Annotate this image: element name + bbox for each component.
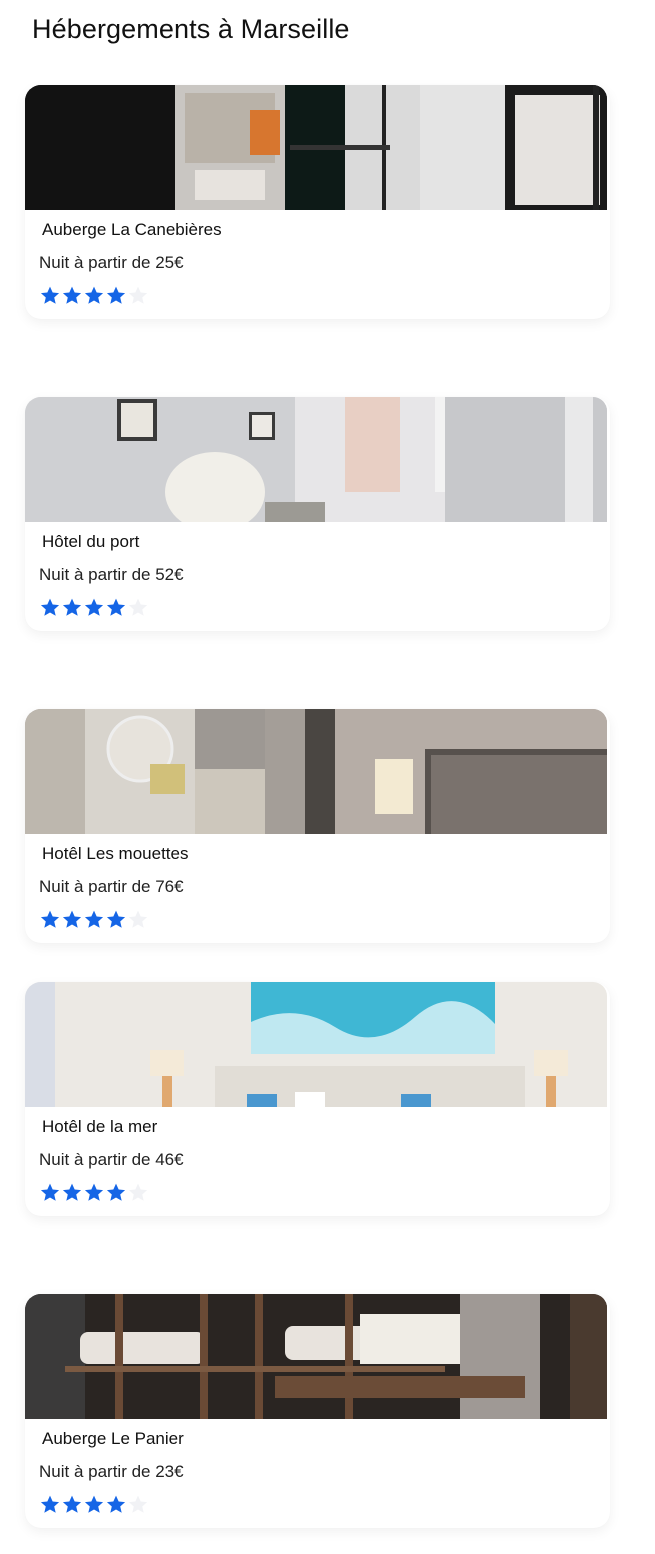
listing-name[interactable]: Hôtel du port (42, 532, 139, 552)
listing-card[interactable]: Auberge La Canebières Nuit à partir de 2… (25, 85, 610, 319)
listing-name[interactable]: Auberge Le Panier (42, 1429, 184, 1449)
star-filled-icon (61, 909, 83, 933)
star-filled-icon (61, 285, 83, 309)
star-empty-icon (127, 285, 149, 309)
star-filled-icon (39, 909, 61, 933)
star-filled-icon (61, 1494, 83, 1518)
star-empty-icon (127, 597, 149, 621)
star-filled-icon (39, 1182, 61, 1206)
star-empty-icon (127, 1182, 149, 1206)
star-rating (39, 597, 149, 621)
listing-card[interactable]: Hôtel du port Nuit à partir de 52€ (25, 397, 610, 631)
hostel-window-photo (25, 85, 607, 210)
star-rating (39, 1182, 149, 1206)
listing-price: Nuit à partir de 23€ (39, 1462, 184, 1481)
bright-room-curtain-photo (25, 397, 607, 522)
star-rating (39, 909, 149, 933)
star-filled-icon (83, 597, 105, 621)
star-filled-icon (39, 1494, 61, 1518)
star-filled-icon (61, 597, 83, 621)
star-filled-icon (105, 1182, 127, 1206)
listing-price: Nuit à partir de 52€ (39, 565, 184, 584)
star-filled-icon (105, 1494, 127, 1518)
star-empty-icon (127, 1494, 149, 1518)
star-filled-icon (39, 597, 61, 621)
listing-name[interactable]: Auberge La Canebières (42, 220, 222, 240)
star-filled-icon (105, 909, 127, 933)
listing-card[interactable]: Hotêl de la mer Nuit à partir de 46€ (25, 982, 610, 1216)
star-filled-icon (61, 1182, 83, 1206)
listing-price: Nuit à partir de 76€ (39, 877, 184, 896)
listing-name[interactable]: Hotêl de la mer (42, 1117, 157, 1137)
star-filled-icon (105, 597, 127, 621)
star-filled-icon (83, 1494, 105, 1518)
star-rating (39, 1494, 149, 1518)
bedroom-sea-painting-photo (25, 982, 607, 1107)
star-filled-icon (83, 909, 105, 933)
page-title: Hébergements à Marseille (32, 14, 350, 44)
listing-name[interactable]: Hotêl Les mouettes (42, 844, 188, 864)
listing-card[interactable]: Hotêl Les mouettes Nuit à partir de 76€ (25, 709, 610, 943)
star-filled-icon (83, 285, 105, 309)
star-empty-icon (127, 909, 149, 933)
listing-card[interactable]: Auberge Le Panier Nuit à partir de 23€ (25, 1294, 610, 1528)
room-mirror-lamp-photo (25, 709, 607, 834)
star-filled-icon (83, 1182, 105, 1206)
star-rating (39, 285, 149, 309)
star-filled-icon (105, 285, 127, 309)
listing-price: Nuit à partir de 46€ (39, 1150, 184, 1169)
wooden-bunk-beds-photo (25, 1294, 607, 1419)
listing-price: Nuit à partir de 25€ (39, 253, 184, 272)
star-filled-icon (39, 285, 61, 309)
